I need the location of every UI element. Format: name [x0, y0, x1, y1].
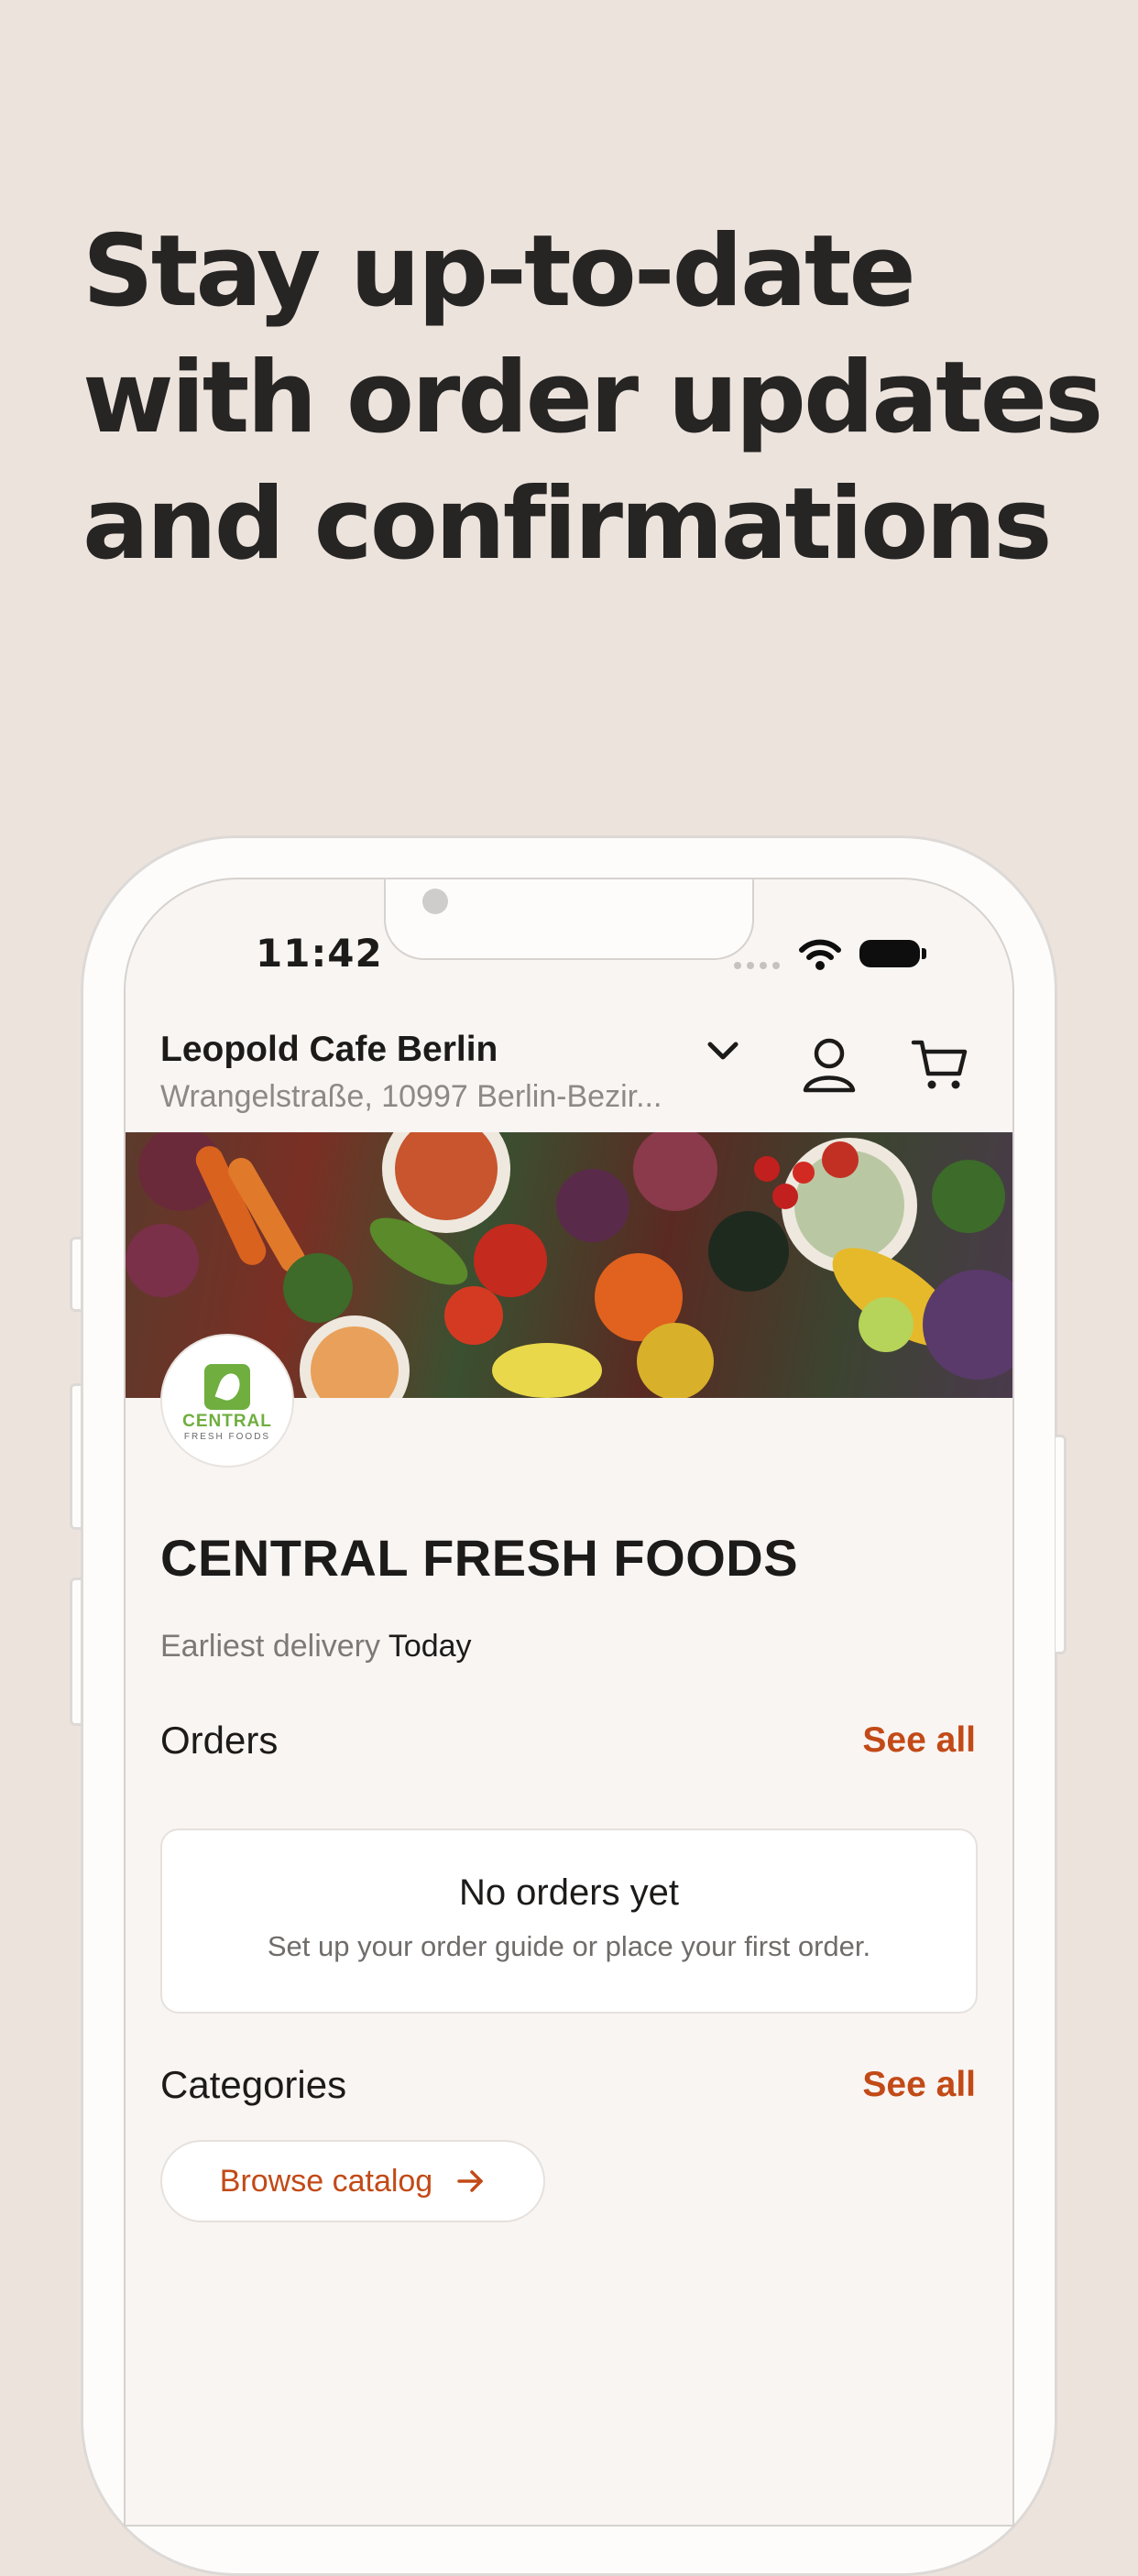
chevron-down-icon[interactable] [703, 1035, 743, 1068]
headline-line-2: with order updates [82, 341, 1103, 455]
cart-icon[interactable] [910, 1035, 968, 1094]
camera-dot [422, 889, 448, 914]
battery-tip [922, 948, 926, 959]
categories-see-all-link[interactable]: See all [862, 2065, 976, 2105]
location-name[interactable]: Leopold Cafe Berlin [160, 1030, 498, 1070]
phone-side-button [70, 1577, 81, 1726]
browse-catalog-button[interactable]: Browse catalog [160, 2140, 545, 2222]
delivery-label: Earliest delivery [160, 1629, 380, 1664]
orders-empty-card: No orders yet Set up your order guide or… [160, 1828, 978, 2014]
phone-side-button [70, 1383, 81, 1530]
categories-title: Categories [160, 2063, 347, 2106]
phone-notch [384, 879, 754, 960]
location-address[interactable]: Wrangelstraße, 10997 Berlin-Bezir... [160, 1079, 710, 1115]
headline-line-3: and confirmations [82, 467, 1052, 582]
earliest-delivery: Earliest delivery Today [160, 1629, 472, 1665]
wifi-icon [799, 939, 841, 970]
marketing-headline: Stay up-to-date with order updates and c… [82, 209, 1103, 588]
browse-catalog-label: Browse catalog [219, 2163, 433, 2199]
phone-side-button [70, 1237, 81, 1312]
logo-text-sub: FRESH FOODS [183, 1431, 271, 1442]
phone-side-button [1056, 1435, 1067, 1654]
orders-title: Orders [160, 1719, 279, 1762]
leaf-logo-icon [204, 1363, 250, 1410]
arrow-right-icon [457, 2170, 483, 2192]
empty-orders-subtitle: Set up your order guide or place your fi… [267, 1930, 871, 1962]
signal-icon [734, 962, 780, 969]
battery-icon [859, 940, 920, 967]
user-icon[interactable] [802, 1035, 857, 1096]
orders-see-all-link[interactable]: See all [862, 1720, 976, 1761]
delivery-value: Today [388, 1629, 472, 1664]
logo-text-main: CENTRAL [182, 1411, 272, 1431]
headline-line-1: Stay up-to-date [82, 214, 916, 329]
supplier-logo: CENTRAL FRESH FOODS [160, 1334, 294, 1468]
status-time: 11:42 [256, 931, 383, 976]
phone-screen: 11:42 Leopold Cafe Berlin Wrangelstraße,… [124, 878, 1014, 2527]
supplier-name: CENTRAL FRESH FOODS [160, 1529, 799, 1587]
empty-orders-title: No orders yet [458, 1872, 680, 1913]
